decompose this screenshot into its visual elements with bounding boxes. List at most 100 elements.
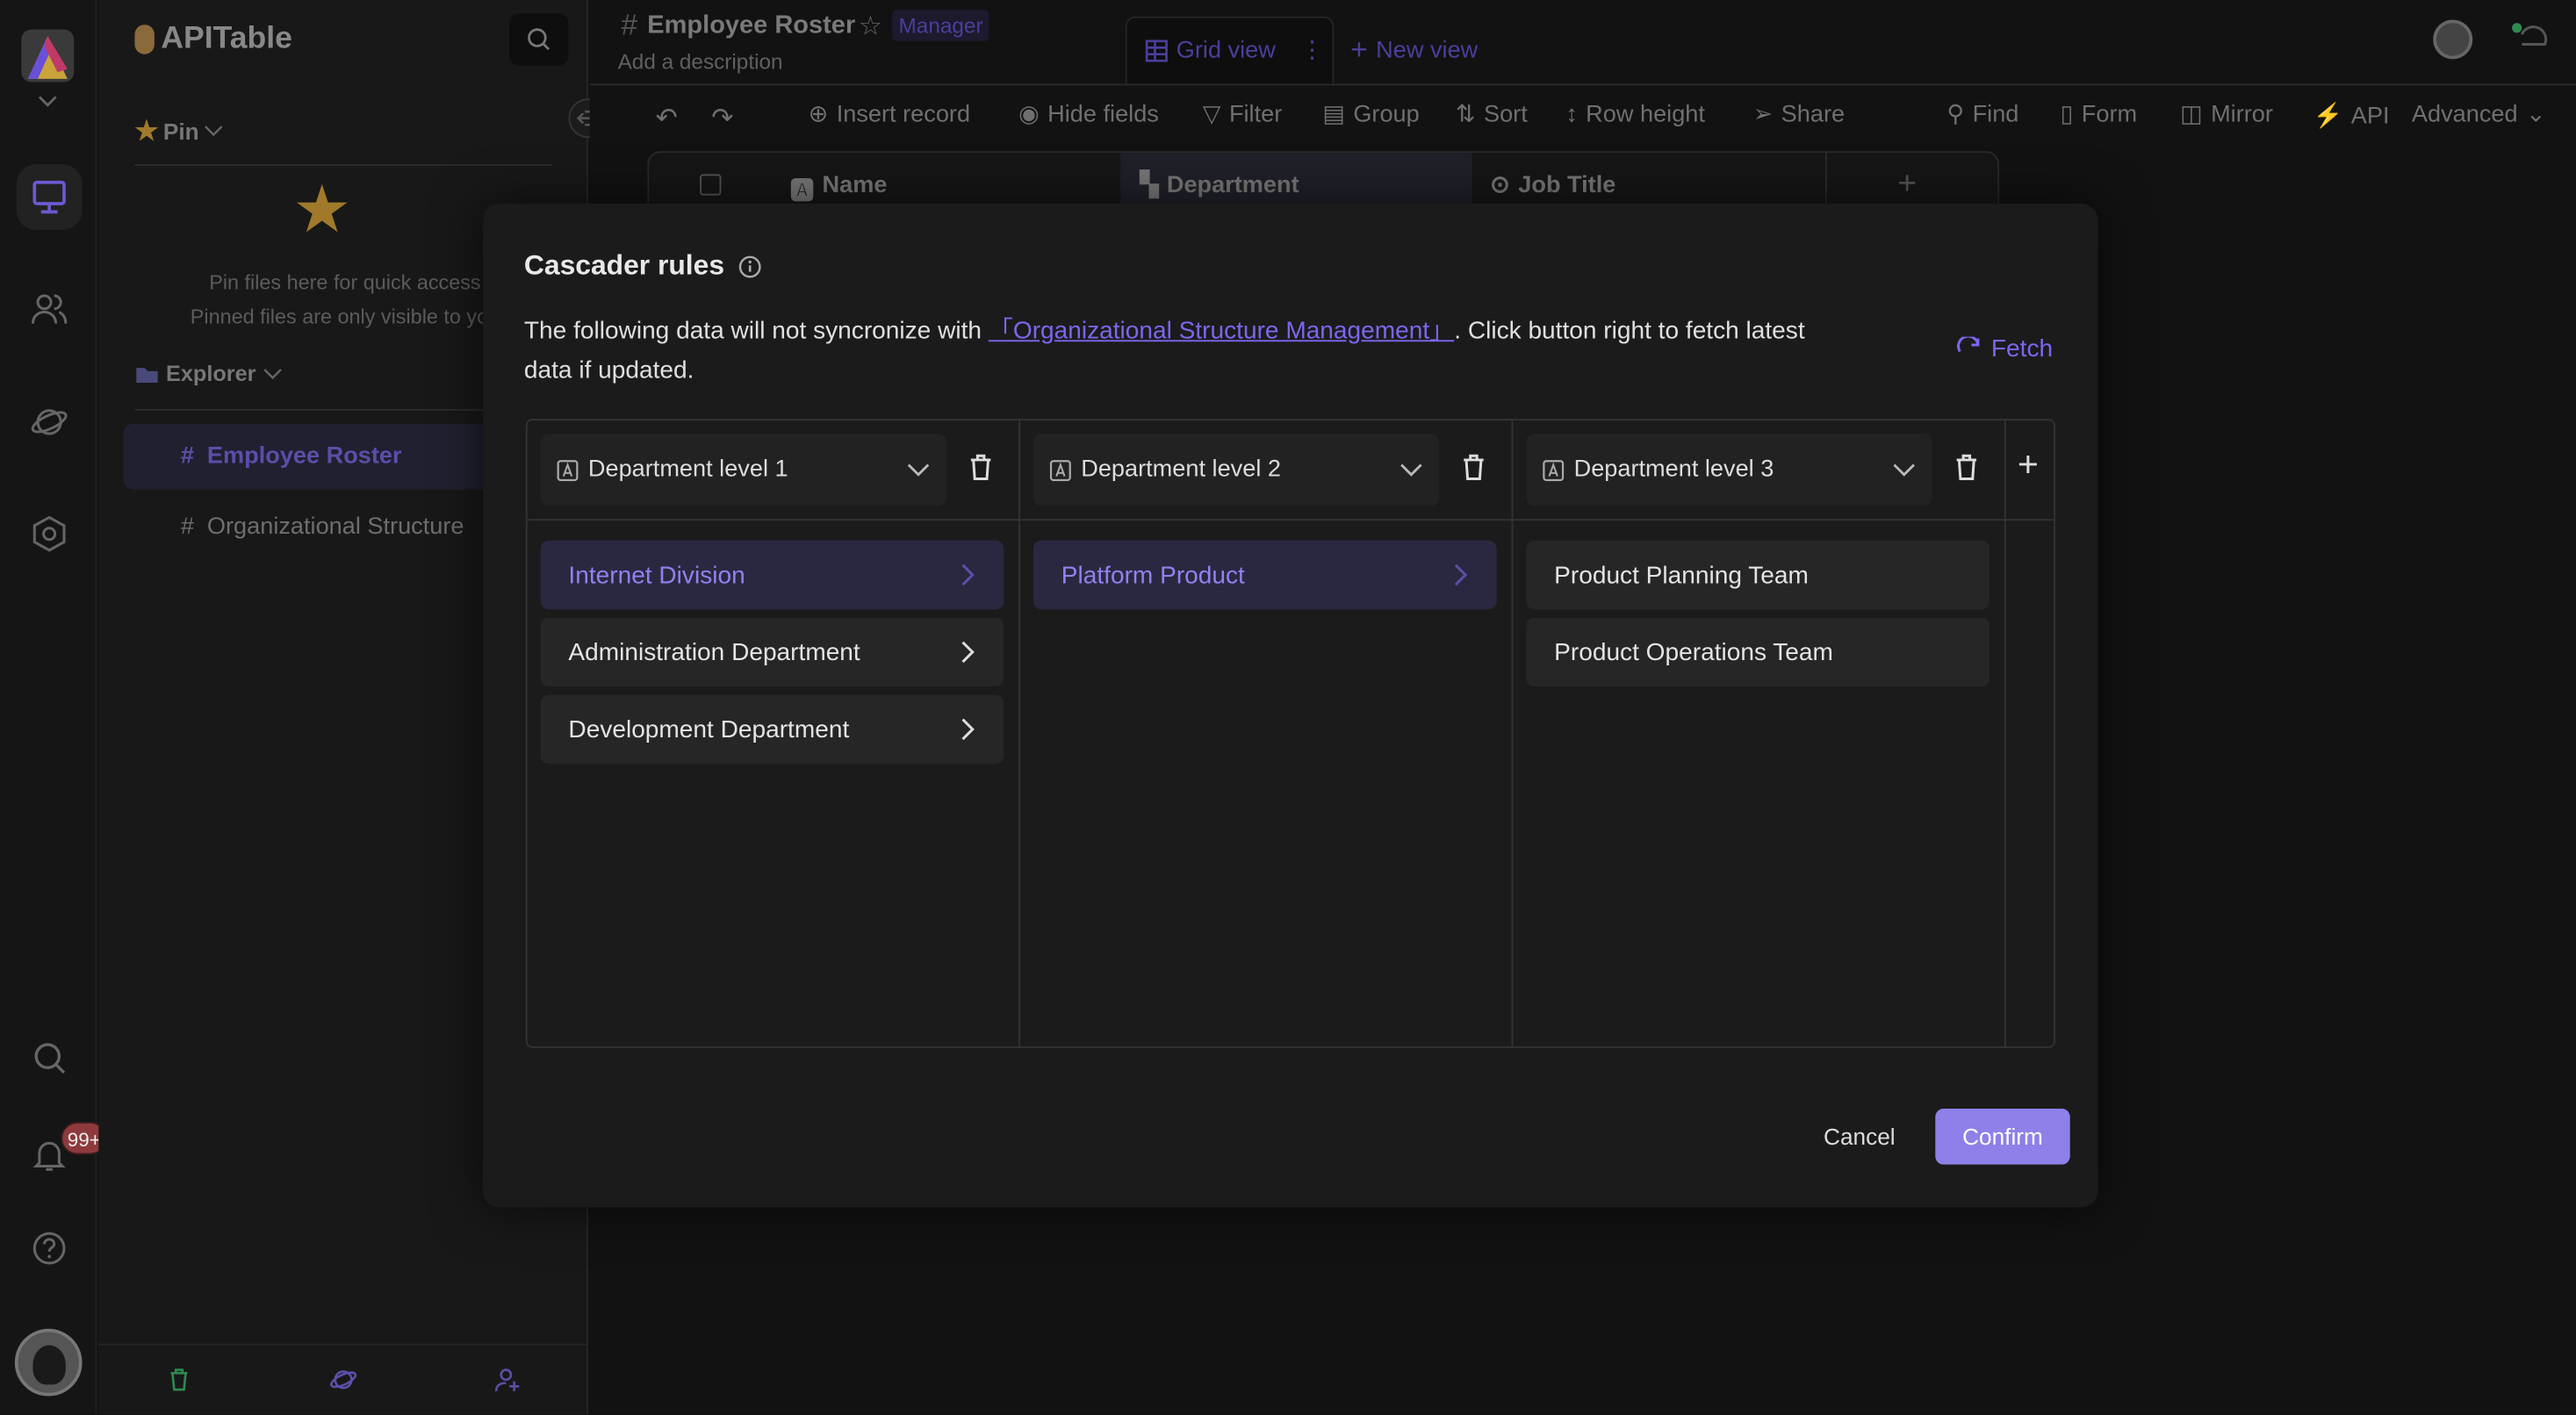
- planet-icon[interactable]: [17, 389, 83, 455]
- filter-button[interactable]: ▽ Filter: [1203, 102, 1283, 128]
- space-logo[interactable]: [21, 29, 75, 83]
- star-outline-icon[interactable]: ☆: [859, 9, 882, 41]
- cascader-levels-table: Department level 1 Internet Division Adm…: [525, 419, 2055, 1048]
- level-field-label: Department level 3: [1573, 456, 1774, 484]
- text-field-icon: [557, 459, 579, 481]
- workbench-icon[interactable]: [16, 164, 83, 230]
- toolbar-label: Insert record: [836, 102, 971, 128]
- column-label: Job Title: [1518, 172, 1616, 199]
- level-field-label: Department level 1: [587, 456, 788, 484]
- toolbar-label: Group: [1353, 102, 1420, 128]
- help-icon[interactable]: [17, 1216, 83, 1282]
- sort-button[interactable]: ⇅ Sort: [1456, 102, 1528, 128]
- cascader-option[interactable]: Internet Division: [540, 540, 1004, 610]
- option-label: Internet Division: [568, 561, 745, 589]
- datasheet-title[interactable]: Employee Roster: [647, 11, 855, 40]
- cascader-field-icon: ▚: [1140, 172, 1159, 199]
- collaborator-avatar[interactable]: [2433, 19, 2473, 60]
- app-name: APITable: [161, 21, 292, 56]
- level-field-select[interactable]: Department level 1: [540, 433, 946, 506]
- toolbar-label: Sort: [1483, 102, 1528, 128]
- eye-icon: ◉: [1018, 102, 1040, 128]
- fetch-button[interactable]: Fetch: [1957, 335, 2053, 363]
- select-field-icon: ⊙: [1490, 172, 1510, 199]
- sync-description: The following data will not syncronize w…: [524, 312, 1822, 391]
- star-icon: ★: [134, 118, 159, 147]
- hide-fields-button[interactable]: ◉ Hide fields: [1018, 102, 1159, 128]
- advanced-button[interactable]: Advanced ⌄: [2412, 102, 2546, 128]
- chevron-right-icon: [961, 564, 975, 586]
- column-header-job-title[interactable]: ⊙ Job Title: [1490, 172, 1615, 198]
- cancel-button[interactable]: Cancel: [1824, 1124, 1896, 1150]
- medal-icon: [134, 25, 155, 54]
- cascader-option[interactable]: Platform Product: [1033, 540, 1497, 610]
- chevron-down-icon: [1893, 463, 1915, 476]
- trash-icon: [1464, 454, 1484, 480]
- level-field-select[interactable]: Department level 3: [1526, 433, 1932, 506]
- file-label: Organizational Structure: [206, 514, 464, 541]
- explorer-section-toggle[interactable]: Explorer: [134, 362, 282, 386]
- new-view-button[interactable]: + New view: [1350, 32, 1478, 67]
- delete-level-button[interactable]: [968, 453, 994, 481]
- chevron-right-icon: [1454, 564, 1468, 586]
- planet-icon[interactable]: [328, 1367, 358, 1393]
- share-button[interactable]: ➢ Share: [1753, 102, 1846, 128]
- insert-record-button[interactable]: ⊕ Insert record: [809, 102, 970, 128]
- toolbar-label: API: [2350, 102, 2390, 129]
- add-column-button[interactable]: +: [1897, 166, 1917, 204]
- send-icon: ➢: [1752, 102, 1774, 128]
- search-icon[interactable]: [17, 1025, 83, 1091]
- column-label: Name: [822, 172, 888, 199]
- group-button[interactable]: ▤ Group: [1322, 102, 1419, 128]
- chevron-down-icon: [263, 368, 282, 379]
- delete-level-button[interactable]: [1954, 453, 1980, 481]
- redo-button[interactable]: ↷: [711, 102, 733, 134]
- confirm-button[interactable]: Confirm: [1935, 1109, 2070, 1165]
- trash-icon: [970, 454, 991, 480]
- pin-section-toggle[interactable]: ★ Pin: [134, 115, 223, 147]
- app-title: APITable: [134, 21, 292, 57]
- select-all-checkbox[interactable]: [700, 174, 722, 196]
- tab-grid-view[interactable]: Grid view ⋮: [1125, 16, 1335, 84]
- sidebar-search-button[interactable]: [509, 12, 569, 66]
- cascader-option[interactable]: Product Planning Team: [1526, 540, 1990, 610]
- tab-label: Grid view: [1176, 38, 1276, 64]
- column-label: Department: [1166, 172, 1299, 199]
- role-badge: Manager: [892, 10, 990, 41]
- avatar[interactable]: [14, 1328, 83, 1397]
- chevron-down-icon[interactable]: [36, 94, 59, 111]
- undo-button[interactable]: ↶: [656, 102, 678, 134]
- cascader-option[interactable]: Product Operations Team: [1526, 617, 1990, 687]
- settings-icon[interactable]: [17, 501, 83, 567]
- refresh-icon: [1957, 335, 1980, 352]
- plus-icon: +: [1350, 32, 1368, 66]
- text-field-icon: [1543, 459, 1565, 481]
- pin-illustration: ★: [292, 174, 352, 247]
- toolbar-label: Hide fields: [1047, 102, 1159, 128]
- option-label: Development Department: [568, 715, 850, 743]
- members-icon[interactable]: [17, 276, 83, 341]
- chevron-down-icon: [907, 463, 930, 476]
- toolbar-label: Row height: [1586, 102, 1705, 128]
- source-datasheet-link[interactable]: 「Organizational Structure Management」: [989, 317, 1454, 345]
- form-button[interactable]: ▯ Form: [2060, 102, 2137, 128]
- trash-icon[interactable]: [167, 1367, 193, 1393]
- toolbar-label: Mirror: [2211, 102, 2273, 128]
- description-field[interactable]: Add a description: [618, 49, 783, 74]
- find-button[interactable]: ⚲ Find: [1946, 102, 2018, 128]
- cascader-option[interactable]: Development Department: [540, 694, 1004, 765]
- cascader-option[interactable]: Administration Department: [540, 617, 1004, 687]
- mirror-icon: ◫: [2180, 102, 2203, 128]
- toolbar-label: Share: [1781, 102, 1846, 128]
- row-height-button[interactable]: ↕ Row height: [1565, 102, 1705, 128]
- column-header-name[interactable]: 🅰 Name: [790, 172, 887, 206]
- mirror-button[interactable]: ◫ Mirror: [2180, 102, 2273, 128]
- level-field-select[interactable]: Department level 2: [1033, 433, 1440, 506]
- info-icon[interactable]: [738, 254, 762, 278]
- add-level-button[interactable]: +: [2018, 443, 2039, 486]
- api-button[interactable]: ⚡ API: [2313, 102, 2390, 130]
- delete-level-button[interactable]: [1460, 453, 1486, 481]
- toolbar-label: Form: [2081, 102, 2138, 128]
- more-icon[interactable]: ⋮: [1300, 38, 1324, 64]
- invite-member-icon[interactable]: [494, 1367, 521, 1393]
